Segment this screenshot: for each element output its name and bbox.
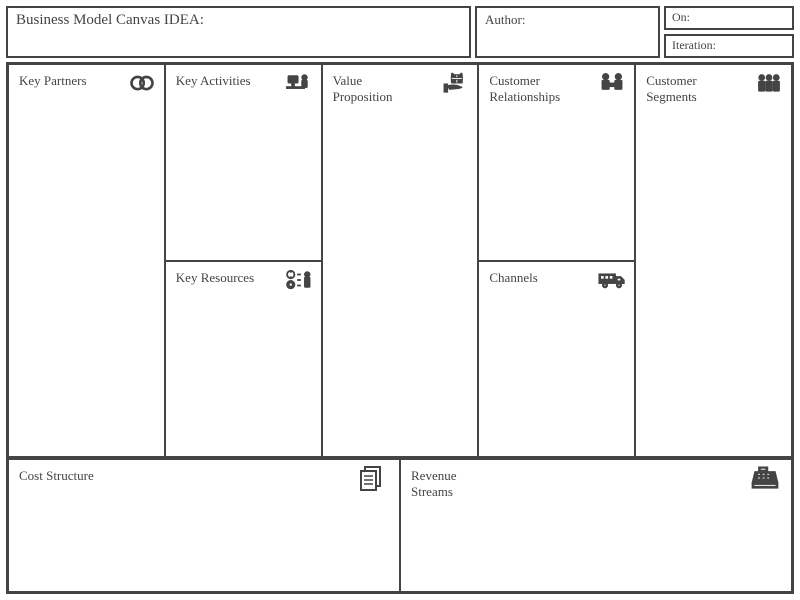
documents-icon bbox=[359, 466, 389, 492]
business-model-canvas: Business Model Canvas IDEA: Author: On: … bbox=[6, 6, 794, 594]
iteration-field[interactable]: Iteration: bbox=[664, 34, 794, 58]
cost-structure-label: Cost Structure bbox=[19, 468, 99, 484]
title-label: Business Model Canvas IDEA: bbox=[16, 12, 204, 28]
handshake-icon bbox=[598, 71, 626, 95]
block-cost-structure[interactable]: Cost Structure bbox=[8, 459, 400, 592]
canvas-main-grid: Key Partners Key Activities bbox=[6, 62, 794, 459]
block-key-partners[interactable]: Key Partners bbox=[8, 64, 165, 457]
block-revenue-streams[interactable]: Revenue Streams bbox=[400, 459, 792, 592]
block-value-proposition[interactable]: Value Proposition bbox=[322, 64, 479, 457]
customer-relationships-label: Customer Relationships bbox=[489, 73, 579, 106]
block-channels[interactable]: Channels bbox=[478, 261, 635, 458]
rings-icon bbox=[128, 71, 156, 95]
block-customer-segments[interactable]: Customer Segments bbox=[635, 64, 792, 457]
gift-hand-icon bbox=[441, 71, 469, 95]
key-activities-label: Key Activities bbox=[176, 73, 266, 89]
block-key-activities[interactable]: Key Activities bbox=[165, 64, 322, 261]
people-group-icon bbox=[755, 71, 783, 95]
author-field[interactable]: Author: bbox=[475, 6, 660, 58]
title-field[interactable]: Business Model Canvas IDEA: bbox=[6, 6, 471, 58]
on-label: On: bbox=[672, 10, 690, 24]
key-partners-label: Key Partners bbox=[19, 73, 109, 89]
truck-icon bbox=[598, 268, 626, 292]
iteration-label: Iteration: bbox=[672, 38, 716, 52]
customer-segments-label: Customer Segments bbox=[646, 73, 736, 106]
desk-person-icon bbox=[285, 71, 313, 95]
meta-column: On: Iteration: bbox=[664, 6, 794, 58]
key-resources-label: Key Resources bbox=[176, 270, 266, 286]
cash-register-icon bbox=[751, 466, 781, 492]
block-customer-relationships[interactable]: Customer Relationships bbox=[478, 64, 635, 261]
block-key-resources[interactable]: Key Resources bbox=[165, 261, 322, 458]
resources-icon bbox=[285, 268, 313, 292]
channels-label: Channels bbox=[489, 270, 579, 286]
value-proposition-label: Value Proposition bbox=[333, 73, 423, 106]
revenue-streams-label: Revenue Streams bbox=[411, 468, 491, 501]
author-label: Author: bbox=[485, 12, 525, 27]
canvas-header: Business Model Canvas IDEA: Author: On: … bbox=[6, 6, 794, 58]
canvas-bottom-row: Cost Structure Revenue Streams bbox=[6, 459, 794, 594]
on-field[interactable]: On: bbox=[664, 6, 794, 30]
